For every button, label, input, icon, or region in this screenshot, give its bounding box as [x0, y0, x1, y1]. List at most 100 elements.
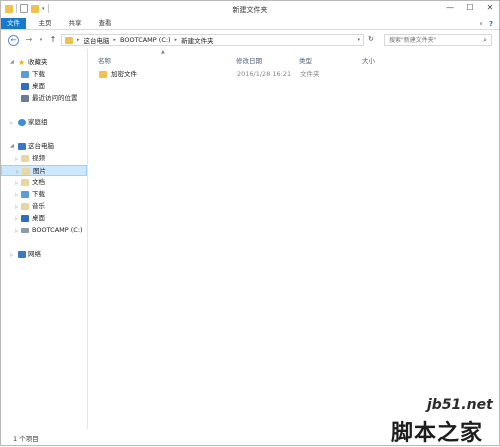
expand-chevron-icon[interactable]: ▷ — [10, 117, 13, 128]
close-button[interactable]: ✕ — [485, 3, 495, 13]
maximize-button[interactable]: ☐ — [465, 3, 475, 13]
nav-item-label: 下载 — [32, 190, 45, 198]
sort-ascending-icon: ▲ — [161, 49, 165, 55]
back-button[interactable]: ← — [8, 35, 19, 46]
expand-chevron-icon[interactable]: ▷ — [10, 249, 13, 260]
nav-homegroup[interactable]: ▷ 家庭组 — [1, 117, 87, 128]
nav-homegroup-label: 家庭组 — [28, 118, 48, 126]
nav-thispc-documents[interactable]: ▷ 文档 — [1, 177, 87, 188]
nav-item-label: 音乐 — [32, 202, 45, 210]
documents-icon — [21, 179, 29, 186]
nav-thispc-desktop[interactable]: ▷ 桌面 — [1, 213, 87, 224]
homegroup-icon — [18, 119, 26, 126]
breadcrumb-thispc[interactable]: 这台电脑 — [84, 35, 110, 45]
folder-icon — [65, 36, 73, 44]
item-count: 1 个项目 — [13, 435, 39, 443]
forward-button[interactable]: → — [24, 35, 34, 45]
file-list-pane: ▲ 名称 修改日期 类型 大小 加密文件 2016/1/28 16:21 文件夹 — [88, 49, 499, 429]
file-name: 加密文件 — [111, 70, 137, 78]
nav-thispc-drive-c[interactable]: ▷ BOOTCAMP (C:) — [1, 225, 87, 236]
window-title: 新建文件夹 — [232, 6, 268, 14]
nav-thispc-label: 这台电脑 — [28, 142, 54, 150]
breadcrumb-current-folder[interactable]: 新建文件夹 — [181, 35, 214, 45]
recent-locations-button[interactable]: ▾ — [36, 35, 46, 45]
address-dropdown-icon[interactable]: ▾ — [357, 37, 360, 43]
nav-favorites-label: 收藏夹 — [28, 58, 48, 66]
nav-thispc-music[interactable]: ▷ 音乐 — [1, 201, 87, 212]
nav-favorites[interactable]: ◢ ★ 收藏夹 — [1, 57, 87, 68]
nav-network-label: 网络 — [28, 250, 41, 258]
desktop-icon — [21, 83, 29, 90]
navigation-pane: ◢ ★ 收藏夹 下载 桌面 最近访问的位置 ▷ 家庭组 ◢ 这台电脑 ▷ 视频 … — [1, 49, 88, 429]
column-header-name[interactable]: 名称 — [98, 55, 111, 65]
nav-item-label: 下载 — [32, 70, 45, 78]
minimize-button[interactable]: — — [445, 3, 455, 13]
expand-chevron-icon[interactable]: ▷ — [16, 166, 19, 177]
address-bar[interactable]: ▸ 这台电脑 ▸ BOOTCAMP (C:) ▸ 新建文件夹 ▾ — [61, 34, 364, 46]
folder-icon — [99, 71, 107, 78]
tab-file[interactable]: 文件 — [1, 18, 26, 29]
nav-item-label: 最近访问的位置 — [32, 94, 78, 102]
expand-chevron-icon[interactable]: ▷ — [15, 189, 18, 200]
file-row[interactable]: 加密文件 2016/1/28 16:21 文件夹 — [96, 69, 346, 80]
nav-item-label: 桌面 — [32, 214, 45, 222]
music-icon — [21, 203, 29, 210]
expand-ribbon-chevron-icon[interactable]: ∨ — [479, 21, 483, 27]
up-button[interactable]: ↑ — [48, 35, 58, 45]
tab-share[interactable]: 共享 — [63, 18, 87, 29]
breadcrumb-drive[interactable]: BOOTCAMP (C:) — [120, 36, 171, 44]
tab-home[interactable]: 主页 — [33, 18, 57, 29]
nav-item-label: 桌面 — [32, 82, 45, 90]
address-toolbar: ← → ▾ ↑ ▸ 这台电脑 ▸ BOOTCAMP (C:) ▸ 新建文件夹 ▾… — [1, 32, 499, 48]
watermark-url: jb51.net — [427, 397, 493, 413]
expand-chevron-icon[interactable]: ▷ — [15, 213, 18, 224]
nav-favorites-downloads[interactable]: 下载 — [1, 69, 87, 80]
recent-places-icon — [21, 95, 29, 102]
expand-chevron-icon[interactable]: ▷ — [15, 153, 18, 164]
nav-favorites-recent[interactable]: 最近访问的位置 — [1, 93, 87, 104]
nav-thispc-pictures[interactable]: ▷ 图片 — [1, 165, 87, 176]
file-date: 2016/1/28 16:21 — [237, 70, 292, 78]
star-icon: ★ — [18, 58, 26, 67]
breadcrumb-separator[interactable]: ▸ — [77, 37, 80, 43]
videos-icon — [21, 155, 29, 162]
expand-chevron-icon[interactable]: ▷ — [15, 225, 18, 236]
nav-item-label: BOOTCAMP (C:) — [32, 226, 83, 234]
collapse-chevron-icon[interactable]: ◢ — [10, 57, 14, 68]
nav-thispc-downloads[interactable]: ▷ 下载 — [1, 189, 87, 200]
column-header-type[interactable]: 类型 — [299, 55, 312, 65]
title-bar: ▾ 新建文件夹 — ☐ ✕ — [1, 1, 499, 17]
file-type: 文件夹 — [300, 70, 320, 78]
breadcrumb-separator[interactable]: ▸ — [175, 37, 178, 43]
downloads-icon — [21, 191, 29, 198]
help-button[interactable]: ? — [489, 20, 493, 28]
expand-chevron-icon[interactable]: ▷ — [15, 177, 18, 188]
column-header-size[interactable]: 大小 — [362, 55, 375, 65]
tab-view[interactable]: 查看 — [93, 18, 117, 29]
pictures-icon — [22, 168, 30, 175]
watermark: jb51.net 脚本之家 — [387, 397, 497, 446]
nav-thispc-videos[interactable]: ▷ 视频 — [1, 153, 87, 164]
ribbon-tabs: 文件 主页 共享 查看 ∨ ? — [1, 18, 499, 30]
nav-network[interactable]: ▷ 网络 — [1, 249, 87, 260]
search-input[interactable] — [385, 35, 481, 46]
nav-item-label: 视频 — [32, 154, 45, 162]
refresh-button[interactable]: ↻ — [368, 35, 374, 43]
watermark-site-name: 脚本之家 — [391, 420, 484, 446]
drive-icon — [21, 228, 29, 233]
search-box[interactable]: ⌕ — [384, 34, 492, 46]
computer-icon — [18, 143, 26, 150]
nav-favorites-desktop[interactable]: 桌面 — [1, 81, 87, 92]
network-icon — [18, 251, 26, 258]
explorer-window: ▾ 新建文件夹 — ☐ ✕ 文件 主页 共享 查看 ∨ ? ← → ▾ ↑ ▸ … — [0, 0, 500, 446]
column-header-date[interactable]: 修改日期 — [236, 55, 262, 65]
nav-item-label: 文档 — [32, 178, 45, 186]
nav-thispc[interactable]: ◢ 这台电脑 — [1, 141, 87, 152]
nav-item-label: 图片 — [33, 167, 46, 175]
breadcrumb-separator[interactable]: ▸ — [114, 37, 117, 43]
downloads-icon — [21, 71, 29, 78]
expand-chevron-icon[interactable]: ▷ — [15, 201, 18, 212]
collapse-chevron-icon[interactable]: ◢ — [10, 141, 14, 152]
search-icon[interactable]: ⌕ — [483, 36, 487, 45]
desktop-icon — [21, 215, 29, 222]
